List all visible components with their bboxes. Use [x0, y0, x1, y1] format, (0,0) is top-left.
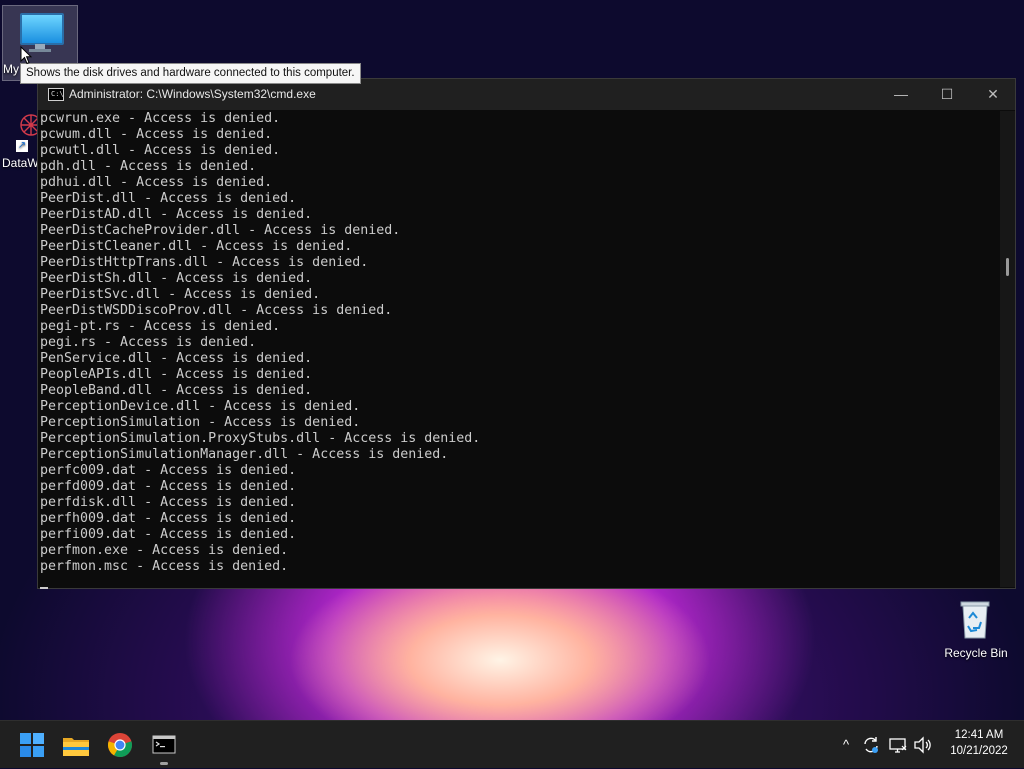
console-line: perfh009.dat - Access is denied.	[40, 511, 297, 526]
console-line: PerceptionSimulation.ProxyStubs.dll - Ac…	[40, 431, 481, 446]
tray-overflow-chevron-icon[interactable]: ^	[838, 721, 854, 769]
cmd-app-icon: C:\	[48, 88, 64, 101]
clock-date: 10/21/2022	[950, 745, 1008, 757]
clock-time: 12:41 AM	[954, 729, 1004, 741]
windows-logo-icon	[20, 733, 44, 757]
taskbar: ^ 12:41 AM 10/21/2022	[0, 720, 1024, 768]
cmd-window[interactable]: C:\ Administrator: C:\Windows\System32\c…	[37, 78, 1016, 589]
monitor-base	[29, 49, 51, 52]
console-line: pcwutl.dll - Access is denied.	[40, 143, 281, 158]
console-line: PeopleBand.dll - Access is denied.	[40, 383, 313, 398]
monitor-icon	[20, 13, 64, 45]
vertical-scrollbar[interactable]	[1000, 111, 1015, 587]
console-line: PeerDist.dll - Access is denied.	[40, 191, 297, 206]
minimize-button[interactable]: —	[878, 79, 924, 110]
running-indicator	[160, 762, 168, 765]
console-output[interactable]: pcwrun.exe - Access is denied. pcwum.dll …	[40, 111, 998, 586]
start-button[interactable]	[16, 729, 48, 761]
console-line: pegi.rs - Access is denied.	[40, 335, 257, 350]
console-line: PerceptionSimulation - Access is denied.	[40, 415, 361, 430]
console-line: PeerDistCleaner.dll - Access is denied.	[40, 239, 353, 254]
console-line: pegi-pt.rs - Access is denied.	[40, 319, 281, 334]
console-line: perfi009.dat - Access is denied.	[40, 527, 297, 542]
maximize-button[interactable]: ☐	[924, 79, 970, 110]
console-line: pcwum.dll - Access is denied.	[40, 127, 273, 142]
volume-icon[interactable]	[913, 735, 933, 755]
console-line: perfdisk.dll - Access is denied.	[40, 495, 297, 510]
text-cursor	[40, 587, 48, 589]
console-line: PerceptionSimulationManager.dll - Access…	[40, 447, 449, 462]
clock[interactable]: 12:41 AM 10/21/2022	[940, 727, 1018, 759]
console-line: pdh.dll - Access is denied.	[40, 159, 257, 174]
console-line: PeerDistCacheProvider.dll - Access is de…	[40, 223, 401, 238]
console-line: PeerDistSvc.dll - Access is denied.	[40, 287, 321, 302]
console-line: PeopleAPIs.dll - Access is denied.	[40, 367, 313, 382]
console-line: PenService.dll - Access is denied.	[40, 351, 313, 366]
sync-icon[interactable]	[862, 735, 880, 755]
file-explorer-icon[interactable]	[60, 729, 92, 761]
network-icon[interactable]	[888, 735, 908, 755]
console-line: perfmon.exe - Access is denied.	[40, 543, 289, 558]
console-line: perfmon.msc - Access is denied.	[40, 559, 289, 574]
console-line: PeerDistWSDDiscoProv.dll - Access is den…	[40, 303, 393, 318]
mouse-cursor-icon	[20, 46, 32, 65]
desktop-icon-label: Recycle Bin	[944, 646, 1008, 660]
shortcut-arrow-icon: ↗	[16, 140, 28, 152]
console-line: perfd009.dat - Access is denied.	[40, 479, 297, 494]
recycle-bin-icon	[960, 601, 990, 639]
scrollbar-thumb[interactable]	[1006, 258, 1009, 276]
console-line: PeerDistAD.dll - Access is denied.	[40, 207, 313, 222]
console-line: PeerDistHttpTrans.dll - Access is denied…	[40, 255, 369, 270]
close-button[interactable]: ✕	[970, 79, 1016, 110]
console-line: perfc009.dat - Access is denied.	[40, 463, 297, 478]
console-line: PerceptionDevice.dll - Access is denied.	[40, 399, 361, 414]
chrome-icon[interactable]	[104, 729, 136, 761]
command-prompt-taskbar-icon[interactable]	[148, 729, 180, 761]
console-line: pcwrun.exe - Access is denied.	[40, 111, 281, 126]
console-line: PeerDistSh.dll - Access is denied.	[40, 271, 313, 286]
console-line: pdhui.dll - Access is denied.	[40, 175, 273, 190]
desktop-icon-recycle-bin[interactable]: Recycle Bin	[940, 596, 1012, 666]
tooltip: Shows the disk drives and hardware conne…	[20, 63, 361, 84]
